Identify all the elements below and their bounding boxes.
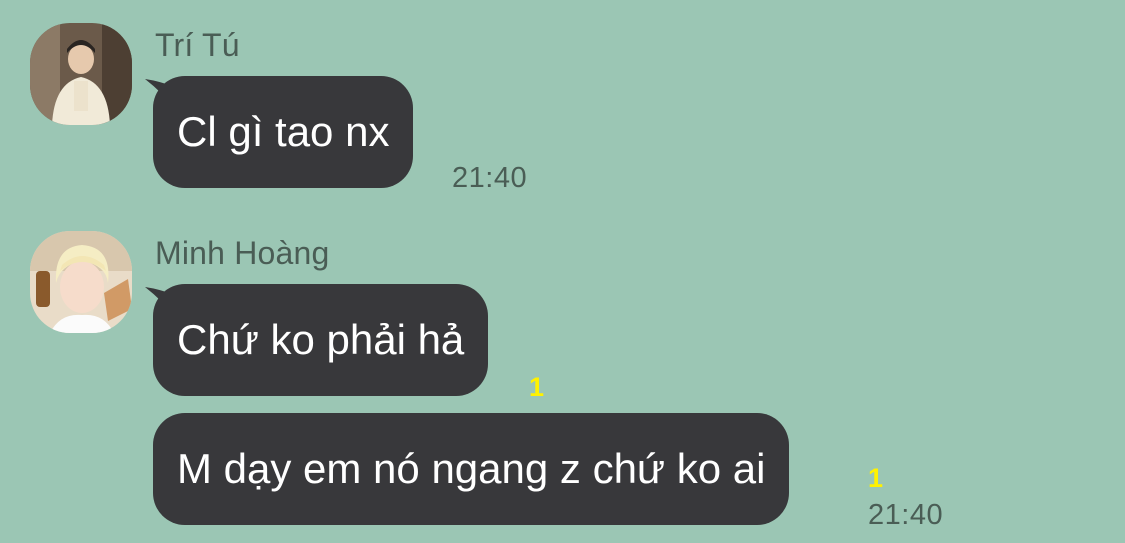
sender-name: Minh Hoàng xyxy=(155,235,330,271)
chat-area: Trí Tú Cl gì tao nx 21:40 Minh Hoàng Chứ… xyxy=(0,0,1125,543)
avatar-tri-tu[interactable] xyxy=(30,23,132,125)
avatar-minh-hoang[interactable] xyxy=(30,231,132,333)
sender-name: Trí Tú xyxy=(155,27,240,63)
message-text: M dạy em nó ngang z chứ ko ai xyxy=(177,445,766,492)
message-time: 21:40 xyxy=(868,499,944,531)
message-time: 21:40 xyxy=(452,162,528,194)
message-text: Cl gì tao nx xyxy=(177,108,390,155)
message-bubble[interactable]: Cl gì tao nx xyxy=(153,76,414,188)
unread-count: 1 xyxy=(868,463,884,493)
message-bubble[interactable]: Chứ ko phải hả xyxy=(153,284,489,396)
message-text: Chứ ko phải hả xyxy=(177,316,465,363)
message-bubble[interactable]: M dạy em nó ngang z chứ ko ai xyxy=(153,413,790,525)
unread-count: 1 xyxy=(529,372,545,402)
